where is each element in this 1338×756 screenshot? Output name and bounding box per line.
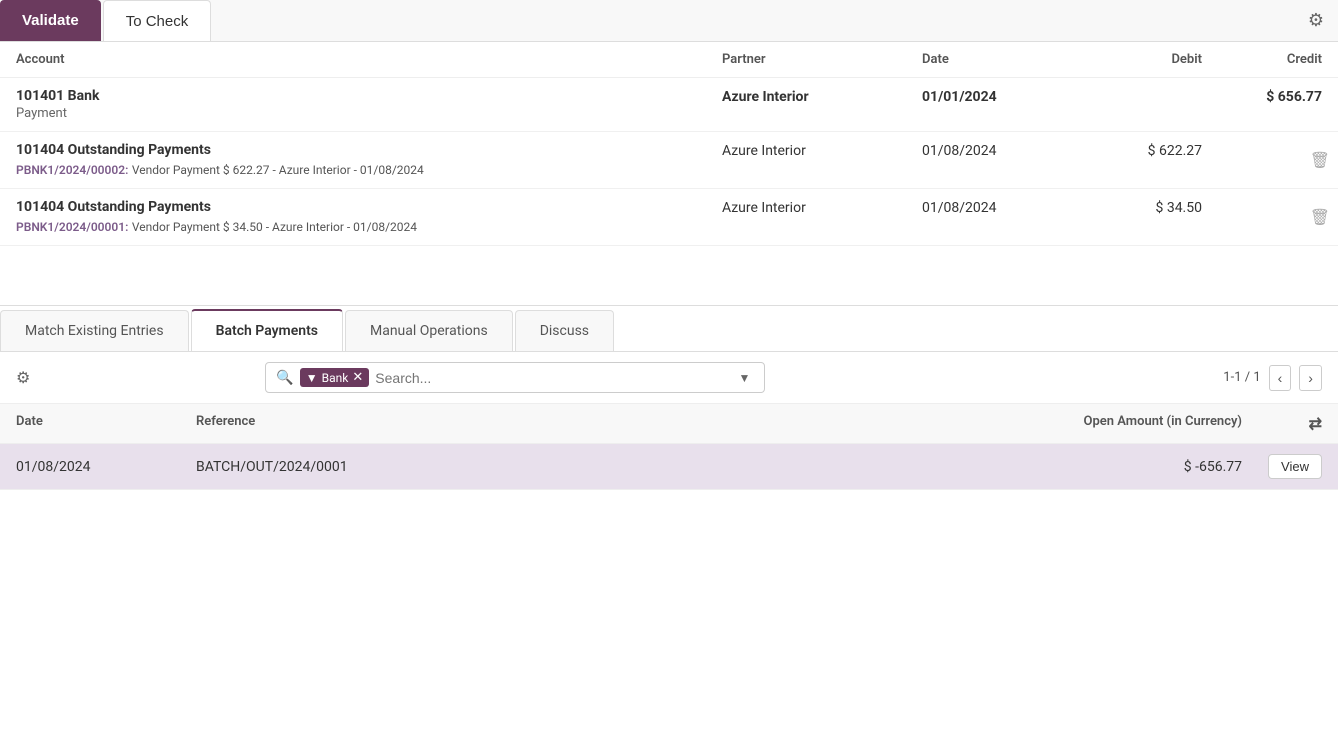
search-bar-section: ⚙ 🔍 ▼ Bank ✕ ▼ 1-1 / 1 ‹ ›	[0, 352, 1338, 404]
row-date: 01/08/2024	[922, 199, 1082, 216]
row-debit: $ 34.50	[1082, 199, 1202, 216]
batch-open-amount: $ -656.77	[1042, 459, 1242, 475]
col-date-header: Date	[16, 414, 196, 433]
row-partner: Azure Interior	[722, 142, 922, 159]
tab-manual-operations[interactable]: Manual Operations	[345, 310, 513, 351]
to-check-tab[interactable]: To Check	[103, 0, 212, 41]
view-button[interactable]: View	[1268, 454, 1322, 479]
data-table-header: Date Reference Open Amount (in Currency)…	[0, 404, 1338, 444]
row-link[interactable]: PBNK1/2024/00001:	[16, 220, 128, 234]
row-credit	[1202, 142, 1322, 143]
pagination: 1-1 / 1 ‹ ›	[1223, 365, 1322, 391]
row-date: 01/08/2024	[922, 142, 1082, 159]
tab-discuss[interactable]: Discuss	[515, 310, 614, 351]
bottom-tabs-bar: Match Existing Entries Batch Payments Ma…	[0, 306, 1338, 352]
table-row: 101404 Outstanding Payments PBNK1/2024/0…	[0, 132, 1338, 189]
validate-button[interactable]: Validate	[0, 0, 101, 41]
settings-icon-small[interactable]: ⚙	[16, 368, 30, 387]
tab-match-existing-entries[interactable]: Match Existing Entries	[0, 310, 189, 351]
table-column-headers: Account Partner Date Debit Credit	[0, 42, 1338, 78]
pagination-next-button[interactable]: ›	[1299, 365, 1322, 391]
filter-badge: ▼ Bank ✕	[300, 368, 370, 387]
col-debit: Debit	[1082, 52, 1202, 67]
search-icon: 🔍	[276, 370, 293, 386]
account-sub: Payment	[16, 106, 722, 121]
row-debit	[1082, 88, 1202, 89]
col-settings-header: ⇄	[1242, 414, 1322, 433]
account-name: 101401 Bank	[16, 88, 722, 104]
row-partner: Azure Interior	[722, 199, 922, 216]
batch-date: 01/08/2024	[16, 459, 196, 475]
top-tabs-bar: Validate To Check ⚙	[0, 0, 1338, 42]
account-name: 101404 Outstanding Payments	[16, 142, 722, 158]
row-credit: $ 656.77	[1202, 88, 1322, 105]
search-box: 🔍 ▼ Bank ✕ ▼	[265, 362, 765, 393]
row-description: Vendor Payment $ 34.50 - Azure Interior …	[132, 220, 417, 234]
adjust-columns-icon[interactable]: ⇄	[1309, 414, 1322, 433]
col-date: Date	[922, 52, 1082, 67]
table-row: 101404 Outstanding Payments PBNK1/2024/0…	[0, 189, 1338, 246]
pagination-prev-button[interactable]: ‹	[1269, 365, 1292, 391]
col-reference-header: Reference	[196, 414, 1042, 433]
tab-batch-payments[interactable]: Batch Payments	[191, 309, 343, 351]
filter-label: Bank	[322, 371, 349, 385]
search-input[interactable]	[375, 370, 728, 386]
col-open-amount-header: Open Amount (in Currency)	[1042, 414, 1242, 433]
row-link[interactable]: PBNK1/2024/00002:	[16, 163, 128, 177]
table-row: 101401 Bank Payment Azure Interior 01/01…	[0, 78, 1338, 132]
row-account-col: 101401 Bank Payment	[16, 88, 722, 121]
row-description: Vendor Payment $ 622.27 - Azure Interior…	[132, 163, 424, 177]
row-partner: Azure Interior	[722, 88, 922, 105]
row-date: 01/01/2024	[922, 88, 1082, 105]
spacer	[0, 246, 1338, 306]
col-account: Account	[16, 52, 722, 67]
delete-icon[interactable]: 🗑	[1310, 208, 1330, 227]
search-dropdown-button[interactable]: ▼	[734, 371, 754, 385]
filter-remove-icon[interactable]: ✕	[352, 370, 363, 385]
delete-icon[interactable]: 🗑	[1310, 151, 1330, 170]
row-credit	[1202, 199, 1322, 200]
batch-reference: BATCH/OUT/2024/0001	[196, 459, 1042, 475]
row-debit: $ 622.27	[1082, 142, 1202, 159]
data-table-row: 01/08/2024 BATCH/OUT/2024/0001 $ -656.77…	[0, 444, 1338, 490]
col-credit: Credit	[1202, 52, 1322, 67]
row-account-col: 101404 Outstanding Payments PBNK1/2024/0…	[16, 142, 722, 178]
pagination-info: 1-1 / 1	[1223, 370, 1260, 385]
col-partner: Partner	[722, 52, 922, 67]
account-name: 101404 Outstanding Payments	[16, 199, 722, 215]
settings-icon-top[interactable]: ⚙	[1294, 0, 1338, 41]
row-account-col: 101404 Outstanding Payments PBNK1/2024/0…	[16, 199, 722, 235]
batch-actions: View	[1242, 454, 1322, 479]
filter-funnel-icon: ▼	[306, 371, 318, 385]
